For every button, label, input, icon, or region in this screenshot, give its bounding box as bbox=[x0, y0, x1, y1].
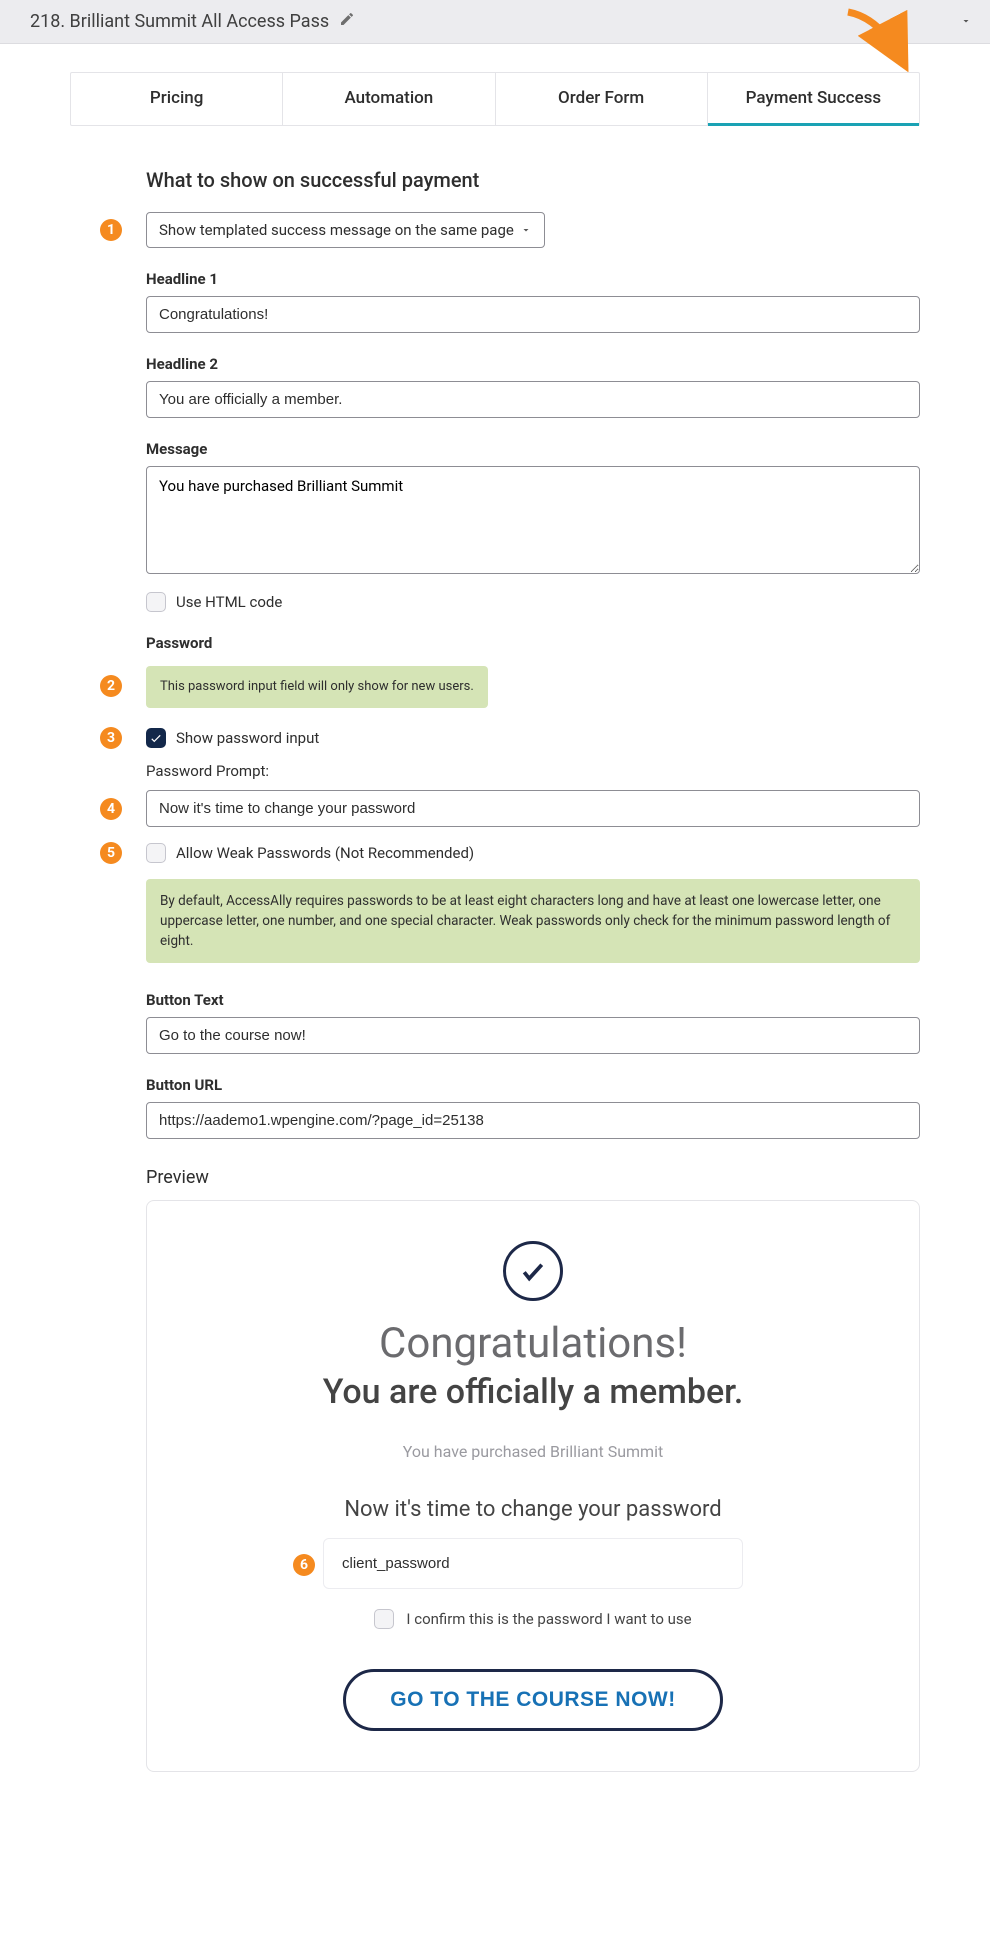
password-label: Password bbox=[146, 634, 920, 652]
chevron-down-icon bbox=[520, 224, 532, 236]
headline2-label: Headline 2 bbox=[146, 355, 920, 373]
button-url-label: Button URL bbox=[146, 1076, 920, 1094]
preview-confirm-label: I confirm this is the password I want to… bbox=[406, 1610, 691, 1628]
preview-message: You have purchased Brilliant Summit bbox=[217, 1442, 849, 1461]
weak-password-note: By default, AccessAlly requires password… bbox=[146, 879, 920, 964]
button-text-label: Button Text bbox=[146, 991, 920, 1009]
edit-icon[interactable] bbox=[339, 11, 355, 32]
annotation-badge-2: 2 bbox=[100, 675, 122, 697]
preview-headline2: You are officially a member. bbox=[217, 1372, 849, 1412]
preview-label: Preview bbox=[146, 1167, 920, 1188]
tab-payment-success[interactable]: Payment Success bbox=[708, 73, 919, 126]
annotation-badge-4: 4 bbox=[100, 798, 122, 820]
use-html-checkbox[interactable] bbox=[146, 592, 166, 612]
use-html-label: Use HTML code bbox=[176, 593, 282, 611]
annotation-badge-1: 1 bbox=[100, 219, 122, 241]
message-textarea[interactable] bbox=[146, 466, 920, 574]
page-title: 218. Brilliant Summit All Access Pass bbox=[30, 11, 329, 32]
preview-password-prompt: Now it's time to change your password bbox=[217, 1497, 849, 1522]
button-url-input[interactable] bbox=[146, 1102, 920, 1139]
success-check-icon bbox=[503, 1241, 563, 1301]
headline2-input[interactable] bbox=[146, 381, 920, 418]
button-text-input[interactable] bbox=[146, 1017, 920, 1054]
main-container: Pricing Automation Order Form Payment Su… bbox=[0, 62, 990, 1812]
preview-confirm-checkbox[interactable] bbox=[374, 1609, 394, 1629]
preview-password-input[interactable] bbox=[323, 1538, 743, 1589]
password-prompt-label: Password Prompt: bbox=[146, 762, 920, 780]
password-note: This password input field will only show… bbox=[146, 666, 488, 708]
tab-order-form[interactable]: Order Form bbox=[496, 73, 708, 125]
preview-box: Congratulations! You are officially a me… bbox=[146, 1200, 920, 1772]
section-title: What to show on successful payment bbox=[146, 168, 920, 192]
annotation-badge-5: 5 bbox=[100, 842, 122, 864]
allow-weak-label: Allow Weak Passwords (Not Recommended) bbox=[176, 844, 474, 862]
preview-headline1: Congratulations! bbox=[217, 1319, 849, 1368]
tab-pricing[interactable]: Pricing bbox=[71, 73, 283, 125]
show-password-checkbox[interactable] bbox=[146, 728, 166, 748]
select-value: Show templated success message on the sa… bbox=[159, 221, 514, 239]
tabs: Pricing Automation Order Form Payment Su… bbox=[70, 72, 920, 126]
annotation-badge-6: 6 bbox=[293, 1554, 315, 1576]
show-password-label: Show password input bbox=[176, 729, 319, 747]
allow-weak-checkbox[interactable] bbox=[146, 843, 166, 863]
tab-automation[interactable]: Automation bbox=[283, 73, 495, 125]
header-bar: 218. Brilliant Summit All Access Pass bbox=[0, 0, 990, 44]
annotation-badge-3: 3 bbox=[100, 727, 122, 749]
password-prompt-input[interactable] bbox=[146, 790, 920, 827]
message-label: Message bbox=[146, 440, 920, 458]
success-action-select[interactable]: Show templated success message on the sa… bbox=[146, 212, 545, 248]
headline1-label: Headline 1 bbox=[146, 270, 920, 288]
collapse-icon[interactable] bbox=[960, 11, 972, 32]
preview-cta-button[interactable]: GO TO THE COURSE NOW! bbox=[343, 1669, 722, 1731]
headline1-input[interactable] bbox=[146, 296, 920, 333]
